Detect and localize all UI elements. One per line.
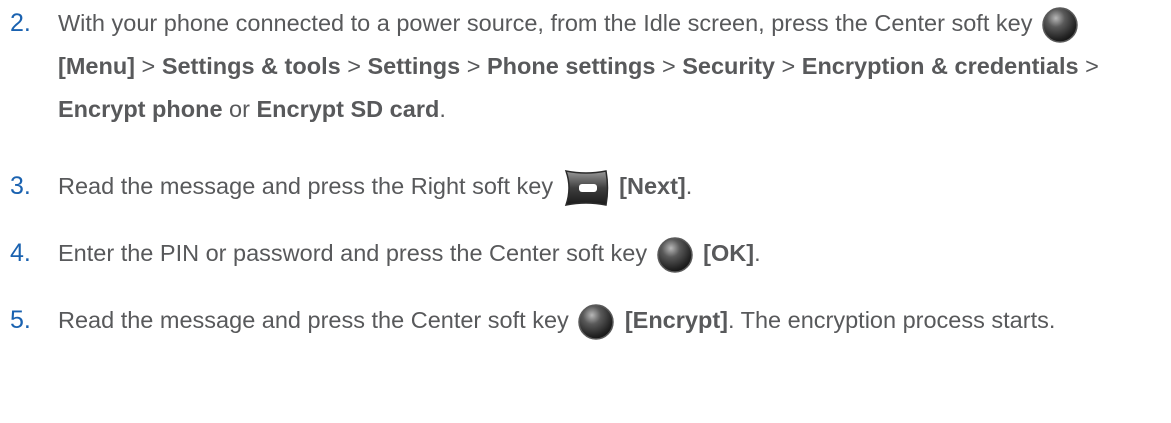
menu-label: [Menu] [58,53,136,79]
step-text: Enter the PIN or password and press the … [58,232,1148,275]
or-text: or [229,96,250,122]
path-separator: > [661,53,676,79]
path-separator: > [781,53,796,79]
sentence-end: . [754,240,761,266]
step-text: With your phone connected to a power sou… [58,2,1148,131]
sentence-end: . [439,96,446,122]
path-separator: > [466,53,481,79]
step-intro: With your phone connected to a power sou… [58,10,1033,36]
step-intro: Read the message and press the Center so… [58,307,569,333]
path-item: Encryption & credentials [801,53,1079,79]
path-item: Security [682,53,775,79]
action-label: [Encrypt] [624,307,728,333]
center-soft-key-icon [656,237,693,273]
step-intro: Enter the PIN or password and press the … [58,240,648,266]
center-soft-key-icon [1042,7,1078,43]
path-separator: > [347,53,361,79]
path-item: Settings & tools [161,53,341,79]
step-intro: Read the message and press the Right sof… [58,173,554,199]
step-text: Read the message and press the Right sof… [58,165,1148,208]
path-item: Encrypt phone [58,96,223,122]
instruction-steps: 2. With your phone connected to a power … [0,0,1171,423]
path-item: Phone settings [487,53,656,79]
step-number: 3. [10,172,31,200]
step-number: 2. [10,9,31,37]
right-soft-key-icon [564,169,608,206]
step-text: Read the message and press the Center so… [58,299,1148,342]
step-number: 4. [10,239,31,267]
action-label: [OK] [703,240,755,266]
path-separator: > [141,53,156,79]
center-soft-key-icon [578,304,615,340]
path-item: Settings [367,53,461,79]
path-item: Encrypt SD card [256,96,440,122]
step-number: 5. [10,306,31,334]
action-label: [Next] [619,173,686,199]
sentence-rest: . The encryption process starts. [727,307,1056,333]
sentence-end: . [685,173,693,199]
path-separator: > [1085,53,1099,79]
